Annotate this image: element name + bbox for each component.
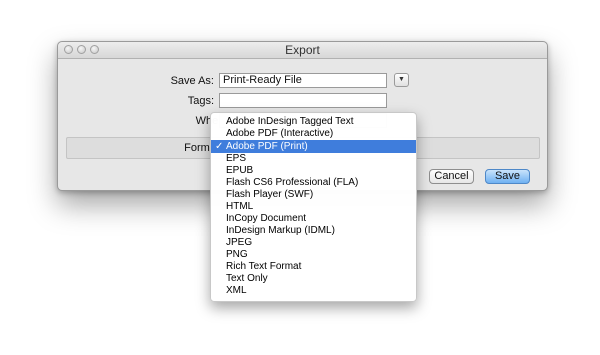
format-menu-item-label: Flash CS6 Professional (FLA)	[226, 177, 359, 188]
format-menu-item-label: EPS	[226, 153, 247, 164]
format-menu-item-label: InDesign Markup (IDML)	[226, 225, 335, 236]
format-menu-item[interactable]: XML	[211, 285, 416, 297]
format-menu-item[interactable]: InDesign Markup (IDML)	[211, 225, 416, 237]
format-menu-item[interactable]: Rich Text Format	[211, 261, 416, 273]
format-menu-item-label: JPEG	[226, 237, 253, 248]
format-menu-item-label: Adobe PDF (Interactive)	[226, 128, 334, 139]
format-menu-item[interactable]: EPUB	[211, 165, 416, 177]
format-menu-item-label: Rich Text Format	[226, 261, 302, 272]
format-menu-item[interactable]: Flash CS6 Professional (FLA)	[211, 177, 416, 189]
tags-label: Tags:	[187, 95, 214, 107]
format-menu-item[interactable]: InCopy Document	[211, 213, 416, 225]
cancel-button[interactable]: Cancel	[429, 169, 474, 184]
format-menu-item[interactable]: Text Only	[211, 273, 416, 285]
tags-field[interactable]	[219, 93, 387, 108]
expand-dialog-button[interactable]: ▼	[394, 73, 409, 87]
format-menu-item-label: EPUB	[226, 165, 254, 176]
format-menu-item-label: Adobe PDF (Print)	[226, 141, 308, 152]
checkmark-icon: ✓	[215, 141, 224, 152]
window-title: Export	[285, 43, 320, 57]
save-as-field[interactable]: Print-Ready File	[219, 73, 387, 88]
format-menu-item-label: HTML	[226, 201, 254, 212]
format-menu-item-label: Text Only	[226, 273, 268, 284]
format-menu-item[interactable]: Adobe InDesign Tagged Text	[211, 116, 416, 128]
save-as-label: Save As:	[170, 75, 214, 87]
format-menu-item-label: Flash Player (SWF)	[226, 189, 314, 200]
format-menu-item-label: Adobe InDesign Tagged Text	[226, 116, 354, 127]
format-menu-item[interactable]: JPEG	[211, 237, 416, 249]
title-bar: Export	[58, 42, 547, 59]
format-menu-item-label: InCopy Document	[226, 213, 307, 224]
format-menu-item[interactable]: EPS	[211, 153, 416, 165]
format-menu-item-label: PNG	[226, 249, 248, 260]
save-button[interactable]: Save	[485, 169, 530, 184]
chevron-down-icon: ▼	[398, 76, 405, 83]
format-dropdown-menu: Adobe InDesign Tagged Text Adobe PDF (Int…	[210, 112, 417, 302]
format-menu-item[interactable]: PNG	[211, 249, 416, 261]
format-menu-item[interactable]: Flash Player (SWF)	[211, 189, 416, 201]
format-menu-item-label: XML	[226, 285, 247, 296]
format-menu-item[interactable]: ✓ Adobe PDF (Print)	[211, 140, 416, 153]
format-menu-item[interactable]: Adobe PDF (Interactive)	[211, 128, 416, 140]
format-label: Format	[184, 142, 219, 154]
format-menu-item[interactable]: HTML	[211, 201, 416, 213]
